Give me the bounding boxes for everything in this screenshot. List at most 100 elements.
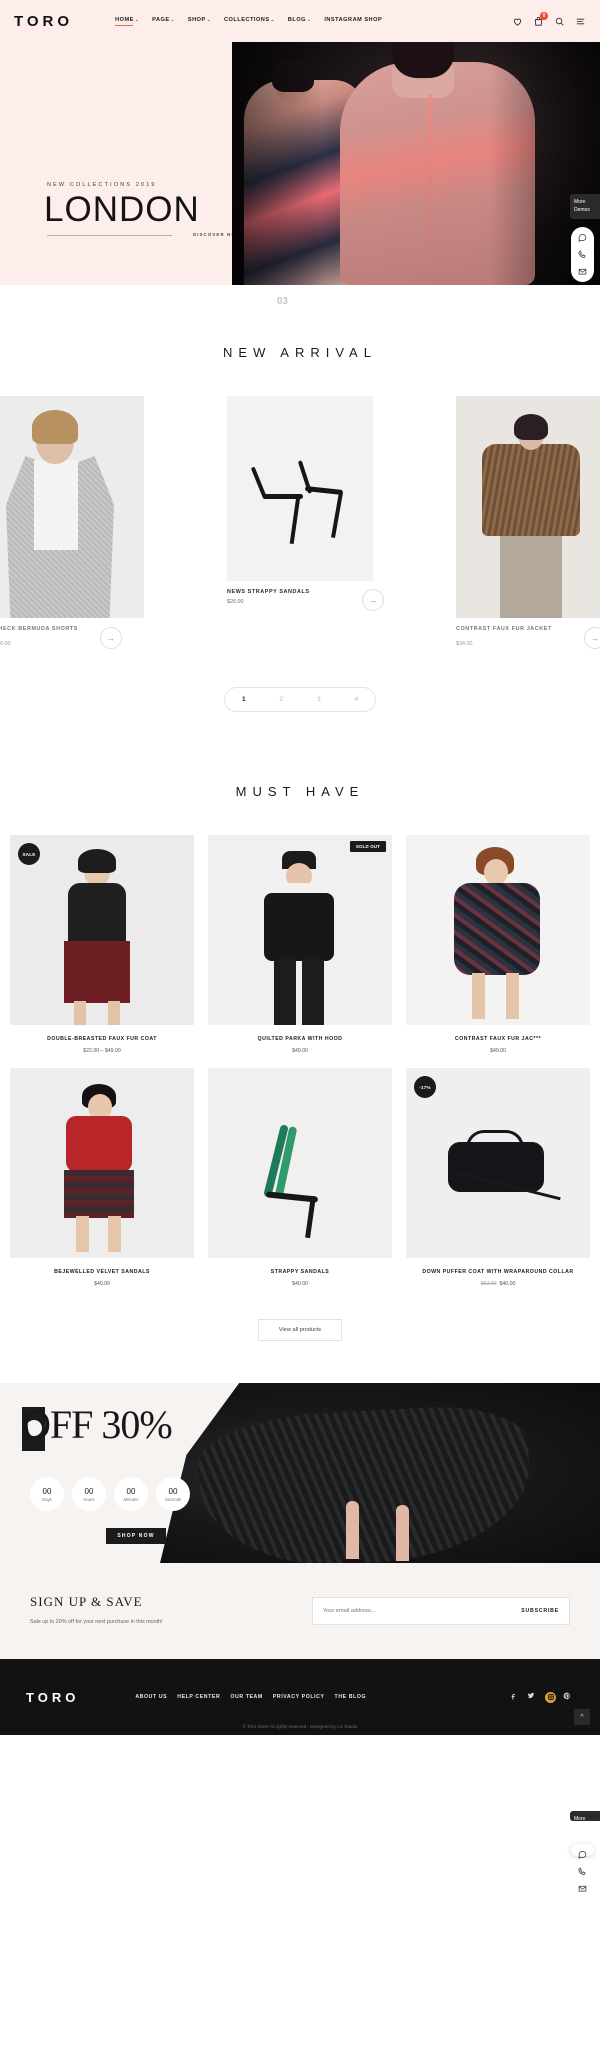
nav-item-blog[interactable]: BLOG⌄ [288,17,311,26]
promo-banner: OFF 30% 00 Days 00 Hours 00 Minutes 00 S… [0,1383,600,1563]
status-badge: SALE [18,843,40,865]
scroll-to-top-button[interactable]: ^ [574,1709,590,1725]
heart-icon[interactable] [512,16,523,27]
more-demos-widget-footer[interactable]: More Demos [570,1811,600,1830]
product-image [456,396,600,618]
countdown-hours: 00 Hours [72,1477,106,1511]
facebook-icon[interactable] [509,1692,520,1703]
new-arrival-grid: CHECK BERMUDA SHORTS $30.00 → [0,396,600,649]
mail-icon[interactable] [578,267,587,276]
nav-label: COLLECTIONS [223,16,270,23]
email-field[interactable] [323,1608,522,1614]
countdown-value: 00 [42,1486,52,1496]
main-nav: HOME⌄ PAGE⌄ SHOP⌄ COLLECTIONS⌄ BLOG⌄ INS… [115,17,382,26]
footer-logo[interactable]: TORO [26,1690,79,1705]
product-price: $30.00 [0,641,11,647]
next-arrow-icon[interactable]: → [362,589,384,611]
status-badge: SOLD OUT [350,841,386,852]
floating-contact-bar [571,227,594,282]
chevron-down-icon: ⌄ [170,16,175,22]
product-name: DOUBLE-BREASTED FAUX FUR COAT [47,1036,157,1042]
next-arrow-icon[interactable]: → [100,627,122,649]
newsletter-title: SIGN UP & SAVE [30,1594,143,1610]
header-icon-group: 0 [512,11,586,27]
countdown-days: 00 Days [30,1477,64,1511]
chevron-down-icon: ⌄ [134,16,140,22]
chevron-down-icon: ⌄ [270,16,275,22]
nav-item-instagram-shop[interactable]: INSTAGRAM SHOP [324,17,382,26]
product-card[interactable]: STRAPPY SANDALS $40.00 [208,1068,392,1287]
page-2[interactable]: 2 [279,696,283,703]
chat-icon[interactable] [578,1850,587,1859]
product-image [0,396,144,618]
instagram-icon[interactable] [545,1691,556,1703]
new-arrival-section: NEW ARRIVAL CHECK BERMUDA SHORTS $30.00 … [0,285,600,712]
product-card[interactable]: NEWS STRAPPY SANDALS $26.00 → [227,396,384,611]
chevron-down-icon: ⌄ [307,16,312,22]
footer-link-privacy-policy[interactable]: PRIVACY POLICY [273,1694,325,1700]
countdown-seconds: 00 Seconds [156,1477,190,1511]
product-price: $52.00 $40.00 [406,1281,590,1287]
product-old-price: $52.00 [480,1281,497,1287]
bag-icon[interactable]: 0 [533,11,548,27]
product-name: STRAPPY SANDALS [270,1269,330,1275]
product-name: QUILTED PARKA WITH HOOD [257,1036,343,1042]
more-demos-widget[interactable]: More Demos [570,194,600,219]
product-card[interactable]: BEJEWELLED VELVET SANDALS $40.00 [10,1068,194,1287]
product-card[interactable]: SALE DOUBLE-BREASTED FAUX FUR COAT $22.0… [10,835,194,1054]
product-card[interactable]: -17% DOWN PUFFER COAT WITH WRAPAROUND CO… [406,1068,590,1287]
product-card[interactable]: CONTRAST FAUX FUR JACKET $34.00 → [456,396,600,649]
product-price: $34.00 [456,641,473,647]
nav-item-home[interactable]: HOME⌄ [115,17,139,26]
countdown-value: 00 [168,1486,178,1496]
search-icon[interactable] [554,16,565,27]
phone-icon[interactable] [578,1867,587,1876]
view-all-products-button[interactable]: View all products [258,1319,342,1341]
phone-icon[interactable] [578,250,587,259]
footer-link-about-us[interactable]: ABOUT US [135,1694,167,1700]
next-arrow-icon[interactable]: → [584,627,600,649]
promo-image [160,1383,600,1563]
footer-link-help-center[interactable]: HELP CENTER [177,1694,220,1700]
nav-item-collections[interactable]: COLLECTIONS⌄ [224,17,275,26]
hero-title: LONDON [44,190,200,229]
product-name: CHECK BERMUDA SHORTS [0,626,78,632]
page-3[interactable]: 3 [317,696,321,703]
countdown-label: Minutes [123,1496,139,1502]
newsletter-subtitle: Sale up to 20% off for your next purchas… [30,1619,163,1626]
product-name: DOWN PUFFER COAT WITH WRAPAROUND COLLAR [422,1269,574,1275]
product-card[interactable]: CONTRAST FAUX FUR JAC*** $49.00 [406,835,590,1054]
site-logo[interactable]: TORO [14,13,73,30]
site-header: TORO HOME⌄ PAGE⌄ SHOP⌄ COLLECTIONS⌄ BLOG… [0,0,600,42]
nav-label: HOME [115,16,134,23]
page-4[interactable]: 4 [354,696,358,703]
nav-item-page[interactable]: PAGE⌄ [152,17,175,26]
shop-now-button[interactable]: SHOP NOW [106,1528,166,1544]
product-image: -17% [406,1068,590,1258]
copyright-text: © Toro Store All rights reserved - Desig… [242,1724,358,1729]
hero-image [232,42,600,285]
product-image [10,1068,194,1258]
product-price: $49.00 [292,1048,308,1054]
nav-item-shop[interactable]: SHOP⌄ [188,17,211,26]
product-sale-price: $40.00 [499,1281,516,1287]
subscribe-button[interactable]: SUBSCRIBE [521,1608,559,1614]
slide-nav-3[interactable]: 03 [248,296,288,309]
new-arrival-title: NEW ARRIVAL [223,345,377,360]
footer-link-our-team[interactable]: OUR TEAM [230,1694,262,1700]
product-price: $40.00 [292,1281,308,1287]
mail-icon[interactable] [578,1884,587,1893]
product-card[interactable]: CHECK BERMUDA SHORTS $30.00 → [0,396,144,649]
chat-icon[interactable] [578,233,587,242]
promo-headline: OFF 30% [22,1402,173,1447]
footer-link-the-blog[interactable]: THE BLOG [335,1694,367,1700]
must-have-section: MUST HAVE SALE DOUBLE-BREASTED FAUX FUR … [0,712,600,1341]
page-1[interactable]: 1 [242,696,246,703]
hamburger-icon[interactable] [575,16,586,27]
must-have-grid: SALE DOUBLE-BREASTED FAUX FUR COAT $22.0… [0,835,600,1287]
product-card[interactable]: SOLD OUT QUILTED PARKA WITH HOOD $49.00 [208,835,392,1054]
twitter-icon[interactable] [527,1692,538,1703]
pinterest-icon[interactable] [563,1692,574,1703]
product-name: NEWS STRAPPY SANDALS [227,589,310,595]
nav-label: PAGE [152,16,170,23]
